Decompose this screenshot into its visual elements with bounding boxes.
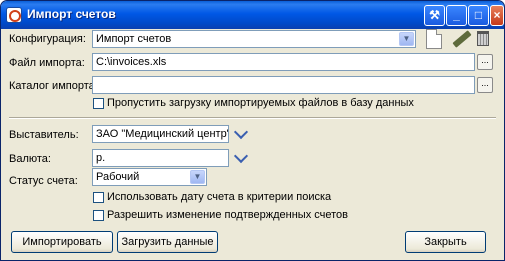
- issuer-input[interactable]: ЗАО "Медицинский центр": [92, 125, 229, 143]
- tools-icon[interactable]: ⚒: [424, 5, 445, 26]
- trash-icon[interactable]: [477, 31, 489, 46]
- allow-change-label: Разрешить изменение подтвержденных счето…: [107, 209, 348, 221]
- issuer-label: Выставитель:: [9, 129, 79, 141]
- edit-pencil-icon[interactable]: [452, 30, 472, 48]
- import-dir-input[interactable]: [92, 76, 475, 94]
- new-document-icon[interactable]: [426, 29, 442, 49]
- minimize-icon[interactable]: _: [446, 5, 467, 26]
- title-bar[interactable]: Импорт счетов ⚒ _ □ ×: [1, 1, 504, 29]
- import-file-value: C:\invoices.xls: [96, 56, 167, 68]
- import-invoices-window: Импорт счетов ⚒ _ □ × Конфигурация: Импо…: [0, 0, 505, 261]
- app-icon: [6, 7, 22, 23]
- status-chevron-down-icon[interactable]: ▼: [190, 170, 205, 184]
- currency-label: Валюта:: [9, 153, 51, 165]
- config-label: Конфигурация:: [9, 33, 86, 45]
- close-icon[interactable]: ×: [490, 5, 504, 26]
- import-file-input[interactable]: C:\invoices.xls: [92, 53, 475, 71]
- allow-change-checkbox[interactable]: [93, 210, 104, 221]
- import-button[interactable]: Импортировать: [11, 231, 113, 253]
- chevron-down-icon[interactable]: ▼: [399, 32, 414, 46]
- import-file-label: Файл импорта:: [9, 57, 85, 69]
- maximize-icon[interactable]: □: [468, 5, 489, 26]
- issuer-value: ЗАО "Медицинский центр": [96, 128, 229, 140]
- status-value: Рабочий: [96, 171, 140, 183]
- config-value: Импорт счетов: [96, 33, 172, 45]
- config-select[interactable]: Импорт счетов ▼: [92, 30, 416, 48]
- issuer-chevron-down-icon[interactable]: [233, 124, 249, 140]
- use-date-label: Использовать дату счета в критерии поиск…: [107, 191, 332, 203]
- status-select[interactable]: Рабочий ▼: [92, 168, 207, 186]
- browse-dir-button[interactable]: ...: [477, 77, 493, 93]
- status-label: Статус счета:: [9, 175, 78, 187]
- currency-input[interactable]: р.: [92, 149, 229, 167]
- skip-upload-label: Пропустить загрузку импортируемых файлов…: [107, 97, 414, 109]
- separator: [9, 117, 496, 119]
- window-title: Импорт счетов: [27, 7, 116, 21]
- close-button[interactable]: Закрыть: [405, 231, 486, 253]
- browse-file-button[interactable]: ...: [477, 54, 493, 70]
- use-date-checkbox[interactable]: [93, 192, 104, 203]
- import-dir-label: Каталог импорта:: [9, 80, 98, 92]
- currency-chevron-down-icon[interactable]: [233, 148, 249, 164]
- skip-upload-checkbox[interactable]: [93, 98, 104, 109]
- load-data-button[interactable]: Загрузить данные: [117, 231, 218, 253]
- currency-value: р.: [96, 152, 106, 164]
